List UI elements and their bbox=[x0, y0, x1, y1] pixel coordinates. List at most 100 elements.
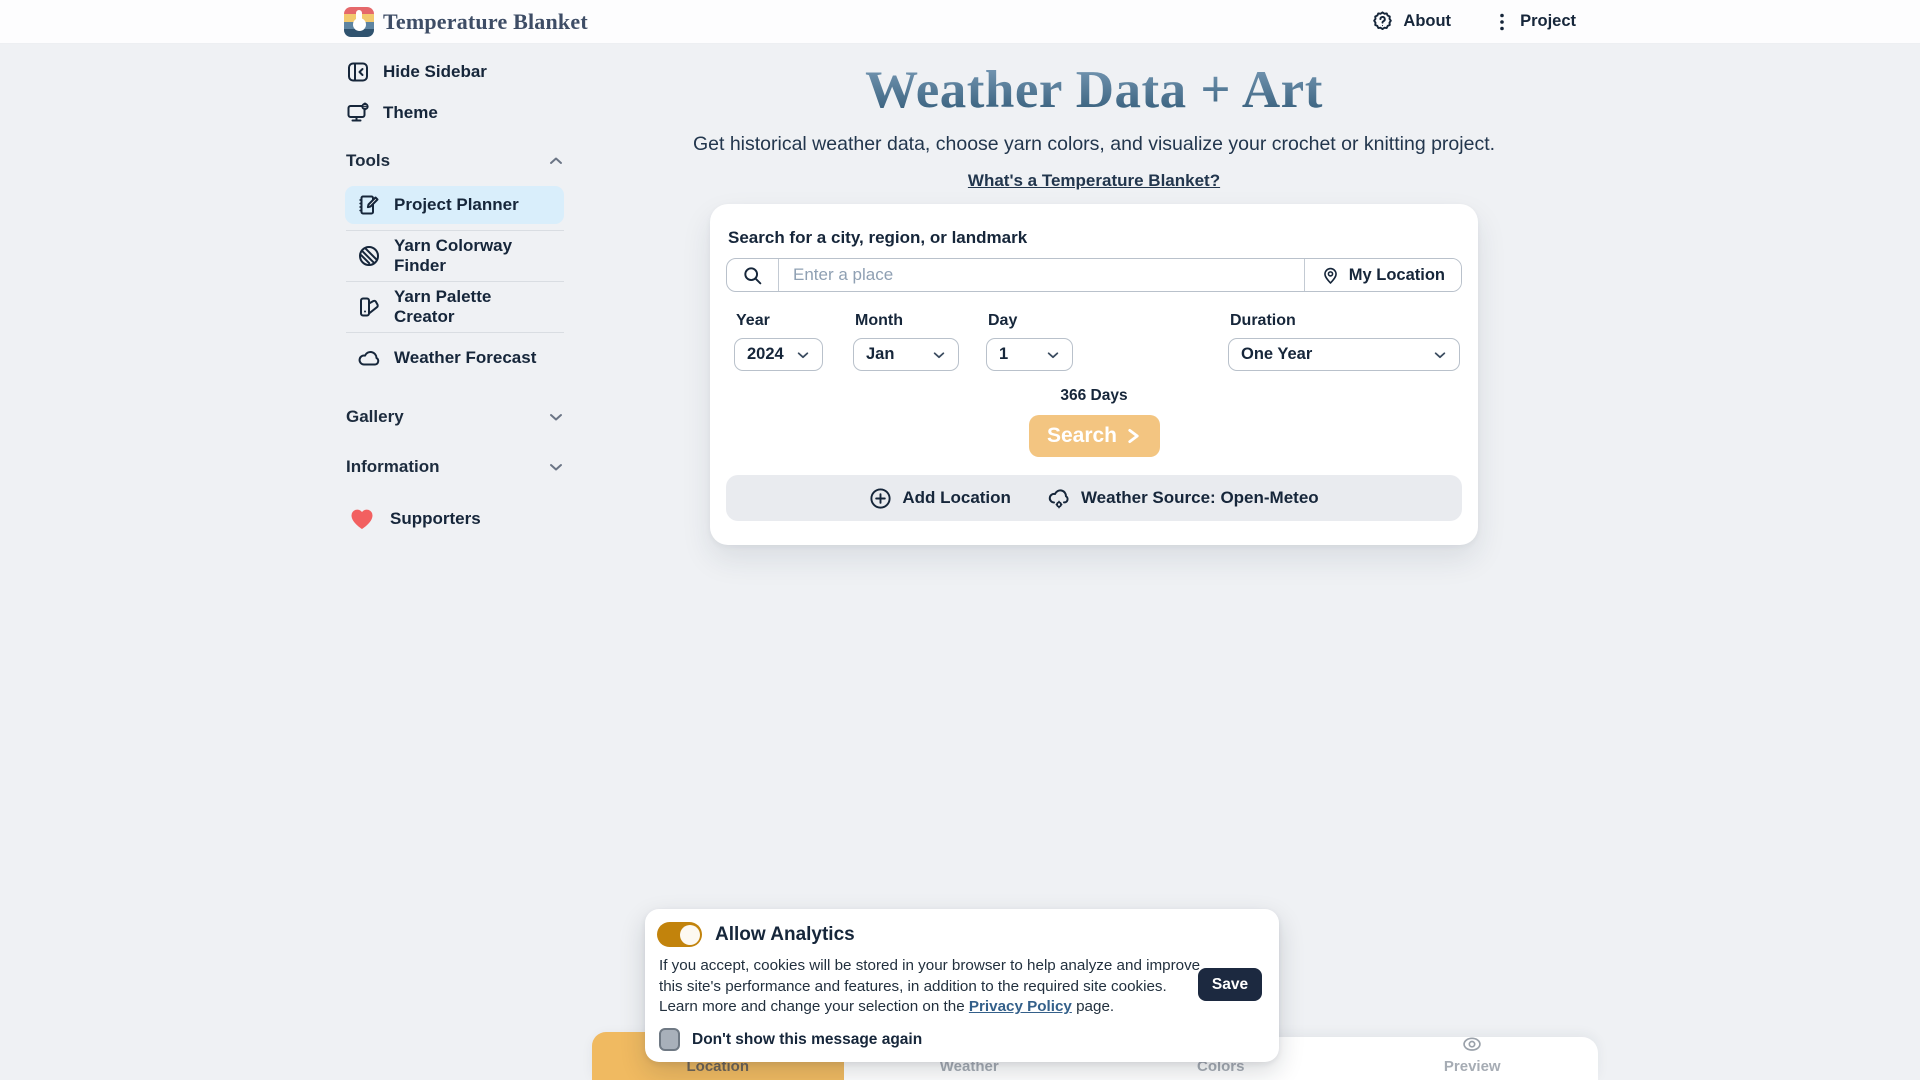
day-label: Day bbox=[986, 312, 1073, 330]
tools-section-label: Tools bbox=[346, 151, 390, 171]
yarn-ball-icon bbox=[357, 244, 381, 268]
duration-label: Duration bbox=[1228, 312, 1460, 330]
dont-show-label: Don't show this message again bbox=[692, 1031, 922, 1049]
weather-source-button[interactable]: Weather Source: Open-Meteo bbox=[1047, 486, 1319, 510]
chevron-down-icon bbox=[548, 459, 564, 475]
duration-value: One Year bbox=[1241, 345, 1312, 364]
theme-button[interactable]: Theme bbox=[346, 99, 564, 127]
date-fields-row: Year 2024 Month Jan Day 1 bbox=[726, 312, 1462, 371]
cookie-message: If you accept, cookies will be stored in… bbox=[659, 956, 1207, 1018]
save-button[interactable]: Save bbox=[1198, 968, 1262, 1001]
tool-item-label: Weather Forecast bbox=[394, 348, 536, 368]
day-select[interactable]: 1 bbox=[986, 338, 1073, 371]
gallery-section-header[interactable]: Gallery bbox=[346, 405, 564, 429]
year-value: 2024 bbox=[747, 345, 784, 364]
hide-sidebar-button[interactable]: Hide Sidebar bbox=[346, 58, 564, 86]
my-location-label: My Location bbox=[1349, 266, 1445, 285]
eye-icon bbox=[1461, 1035, 1483, 1055]
search-button-cell[interactable] bbox=[727, 259, 779, 291]
app-title: Temperature Blanket bbox=[383, 9, 588, 35]
tools-menu: Project Planner Yarn Colorway Finder Ya bbox=[346, 186, 564, 377]
app-logo-icon bbox=[344, 7, 374, 37]
dont-show-checkbox[interactable] bbox=[659, 1028, 680, 1051]
whats-a-temperature-blanket-link[interactable]: What's a Temperature Blanket? bbox=[968, 171, 1220, 191]
sidebar: Hide Sidebar Theme Tools bbox=[346, 58, 564, 531]
search-label: Search for a city, region, or landmark bbox=[726, 228, 1462, 248]
chevron-down-icon bbox=[548, 409, 564, 425]
chevron-down-icon bbox=[1046, 348, 1060, 362]
tab-label: Preview bbox=[1444, 1058, 1501, 1075]
sidebar-item-project-planner[interactable]: Project Planner bbox=[345, 186, 564, 224]
plus-circle-icon bbox=[869, 487, 892, 510]
tab-preview[interactable]: Preview bbox=[1347, 1037, 1599, 1080]
cookie-message-text-end: page. bbox=[1072, 998, 1114, 1015]
chevron-down-icon bbox=[932, 348, 946, 362]
heart-icon bbox=[349, 507, 375, 531]
question-badge-icon bbox=[1371, 10, 1394, 33]
toggle-knob bbox=[680, 925, 700, 945]
cookie-consent-banner: Allow Analytics If you accept, cookies w… bbox=[645, 909, 1279, 1062]
location-search-card: Search for a city, region, or landmark M… bbox=[710, 204, 1478, 545]
about-label: About bbox=[1403, 12, 1451, 31]
card-footer: Add Location Weather Source: Open-Meteo bbox=[726, 475, 1462, 521]
chevron-down-icon bbox=[796, 348, 810, 362]
my-location-button[interactable]: My Location bbox=[1304, 259, 1461, 291]
place-search-bar: My Location bbox=[726, 258, 1462, 292]
about-button[interactable]: About bbox=[1371, 10, 1451, 33]
hide-sidebar-label: Hide Sidebar bbox=[383, 62, 487, 82]
weather-source-label: Weather Source: Open-Meteo bbox=[1081, 488, 1319, 508]
sidebar-item-weather-forecast[interactable]: Weather Forecast bbox=[345, 339, 564, 377]
page-title: Weather Data + Art bbox=[660, 60, 1528, 120]
divider bbox=[346, 281, 564, 282]
information-section-label: Information bbox=[346, 457, 440, 477]
allow-analytics-label: Allow Analytics bbox=[715, 924, 855, 946]
days-count: 366 Days bbox=[726, 387, 1462, 405]
page-subtitle: Get historical weather data, choose yarn… bbox=[660, 133, 1528, 156]
month-label: Month bbox=[853, 312, 959, 330]
supporters-button[interactable]: Supporters bbox=[346, 507, 564, 531]
search-icon bbox=[742, 265, 763, 286]
sidebar-item-yarn-palette-creator[interactable]: Yarn Palette Creator bbox=[345, 288, 564, 326]
chevron-up-icon bbox=[548, 153, 564, 169]
cloud-gear-icon bbox=[1047, 486, 1071, 510]
information-section-header[interactable]: Information bbox=[346, 455, 564, 479]
palette-swatches-icon bbox=[357, 295, 381, 319]
cookie-message-text: If you accept, cookies will be stored in… bbox=[659, 957, 1200, 1015]
day-value: 1 bbox=[999, 345, 1008, 364]
tool-item-label: Yarn Palette Creator bbox=[394, 287, 552, 327]
search-button-label: Search bbox=[1047, 424, 1117, 448]
map-pin-icon bbox=[1321, 266, 1340, 285]
month-select[interactable]: Jan bbox=[853, 338, 959, 371]
tool-item-label: Yarn Colorway Finder bbox=[394, 236, 552, 276]
add-location-button[interactable]: Add Location bbox=[869, 487, 1011, 510]
search-button[interactable]: Search bbox=[1029, 415, 1160, 457]
year-label: Year bbox=[734, 312, 823, 330]
place-search-input[interactable] bbox=[779, 259, 1304, 291]
add-location-label: Add Location bbox=[902, 488, 1011, 508]
hero: Weather Data + Art Get historical weathe… bbox=[660, 60, 1528, 191]
chevron-right-icon bbox=[1126, 427, 1141, 445]
project-label: Project bbox=[1520, 12, 1576, 31]
gallery-section-label: Gallery bbox=[346, 407, 404, 427]
app-logo[interactable]: Temperature Blanket bbox=[344, 7, 588, 37]
divider bbox=[346, 332, 564, 333]
theme-label: Theme bbox=[383, 103, 438, 123]
supporters-label: Supporters bbox=[390, 509, 481, 529]
tool-item-label: Project Planner bbox=[394, 195, 519, 215]
notebook-pencil-icon bbox=[357, 193, 381, 217]
project-menu-button[interactable]: Project bbox=[1493, 12, 1576, 32]
year-select[interactable]: 2024 bbox=[734, 338, 823, 371]
header: Temperature Blanket About Project bbox=[0, 0, 1920, 44]
collapse-sidebar-icon bbox=[346, 60, 370, 84]
theme-monitor-gear-icon bbox=[346, 101, 370, 125]
duration-select[interactable]: One Year bbox=[1228, 338, 1460, 371]
kebab-menu-icon bbox=[1493, 12, 1511, 32]
cloud-icon bbox=[357, 346, 381, 370]
sidebar-item-yarn-colorway-finder[interactable]: Yarn Colorway Finder bbox=[345, 237, 564, 275]
privacy-policy-link[interactable]: Privacy Policy bbox=[969, 998, 1072, 1015]
month-value: Jan bbox=[866, 345, 894, 364]
divider bbox=[346, 230, 564, 231]
chevron-down-icon bbox=[1433, 348, 1447, 362]
tools-section-header[interactable]: Tools bbox=[346, 149, 564, 173]
allow-analytics-toggle[interactable] bbox=[657, 922, 702, 947]
